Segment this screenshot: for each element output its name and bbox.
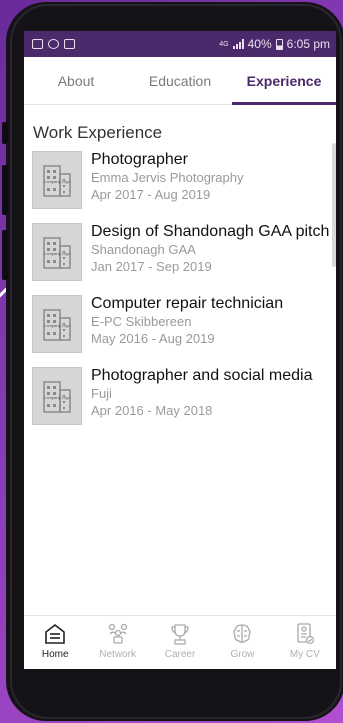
logo-placeholder-label: Company Logo bbox=[43, 179, 71, 184]
experience-details: Computer repair technician E-PC Skibbere… bbox=[91, 295, 283, 367]
experience-item[interactable]: Company Logo Photographer Emma Jervis Ph… bbox=[32, 151, 328, 223]
status-indicators: 4G 40% 6:05 pm bbox=[219, 37, 330, 51]
experience-list: Company Logo Photographer Emma Jervis Ph… bbox=[32, 151, 329, 439]
battery-icon bbox=[275, 38, 283, 50]
network-type: 4G bbox=[219, 40, 229, 48]
date-range: Jan 2017 - Sep 2019 bbox=[91, 259, 212, 274]
cv-icon bbox=[297, 623, 314, 645]
bottom-navigation: Home Network Career Grow My CV bbox=[24, 615, 336, 669]
experience-item[interactable]: Company Logo Photographer and social med… bbox=[32, 367, 328, 439]
tab-experience[interactable]: Experience bbox=[232, 57, 336, 105]
nav-my-cv[interactable]: My CV bbox=[274, 616, 336, 669]
notification-icons bbox=[32, 39, 75, 49]
trophy-icon bbox=[171, 624, 189, 645]
experience-details: Design of Shandonagh GAA pitch Shandonag… bbox=[91, 223, 329, 295]
company-name: Emma Jervis Photography bbox=[91, 170, 244, 185]
job-title: Design of Shandonagh GAA pitch bbox=[91, 223, 330, 240]
battery-percent: 40% bbox=[247, 37, 272, 51]
volume-button bbox=[2, 122, 8, 144]
section-title: Work Experience bbox=[33, 123, 163, 142]
logo-placeholder-label: Company Logo bbox=[43, 395, 71, 400]
logo-placeholder-label: Company Logo bbox=[43, 251, 71, 256]
app-screen: 4G 40% 6:05 pm About Education Experienc… bbox=[24, 31, 336, 669]
experience-item[interactable]: Company Logo Computer repair technician … bbox=[32, 295, 328, 367]
company-name: Fuji bbox=[91, 386, 112, 401]
network-icon bbox=[108, 623, 127, 644]
signal-icon bbox=[232, 39, 244, 49]
tab-about[interactable]: About bbox=[24, 57, 128, 104]
job-title: Photographer and social media bbox=[91, 367, 313, 384]
volume-up-button bbox=[2, 165, 8, 215]
clock: 6:05 pm bbox=[286, 37, 330, 51]
status-bar: 4G 40% 6:05 pm bbox=[24, 31, 336, 57]
date-range: May 2016 - Aug 2019 bbox=[91, 331, 215, 346]
whatsapp-notification-icon bbox=[48, 39, 59, 49]
image-notification-icon bbox=[32, 39, 43, 49]
job-title: Photographer bbox=[91, 151, 188, 168]
tab-education[interactable]: Education bbox=[128, 57, 232, 104]
scrollbar[interactable] bbox=[332, 143, 336, 267]
volume-down-button bbox=[2, 230, 8, 280]
brain-icon bbox=[233, 624, 252, 643]
company-logo-placeholder: Company Logo bbox=[32, 367, 82, 425]
date-range: Apr 2017 - Aug 2019 bbox=[91, 187, 211, 202]
nav-career[interactable]: Career bbox=[149, 616, 211, 669]
company-name: E-PC Skibbereen bbox=[91, 314, 192, 329]
nav-network-label: Network bbox=[99, 649, 136, 660]
nav-network[interactable]: Network bbox=[86, 616, 148, 669]
nav-home-label: Home bbox=[41, 649, 69, 660]
company-logo-placeholder: Company Logo bbox=[32, 151, 82, 209]
screenshot-notification-icon bbox=[64, 39, 75, 49]
logo-placeholder-label: Company Logo bbox=[43, 323, 71, 328]
home-icon bbox=[45, 623, 66, 644]
company-logo-placeholder: Company Logo bbox=[32, 295, 82, 353]
nav-grow[interactable]: Grow bbox=[211, 616, 273, 669]
experience-details: Photographer and social media Fuji Apr 2… bbox=[91, 367, 312, 439]
job-title: Computer repair technician bbox=[91, 295, 284, 312]
date-range: Apr 2016 - May 2018 bbox=[91, 403, 213, 418]
nav-my-cv-label: My CV bbox=[289, 649, 320, 660]
profile-tabs: About Education Experience bbox=[24, 57, 336, 105]
experience-details: Photographer Emma Jervis Photography Apr… bbox=[91, 151, 243, 223]
company-logo-placeholder: Company Logo bbox=[32, 223, 82, 281]
nav-career-label: Career bbox=[164, 649, 196, 660]
company-name: Shandonagh GAA bbox=[91, 242, 196, 257]
nav-grow-label: Grow bbox=[230, 649, 255, 660]
experience-item[interactable]: Company Logo Design of Shandonagh GAA pi… bbox=[32, 223, 329, 295]
nav-home[interactable]: Home bbox=[24, 616, 86, 669]
